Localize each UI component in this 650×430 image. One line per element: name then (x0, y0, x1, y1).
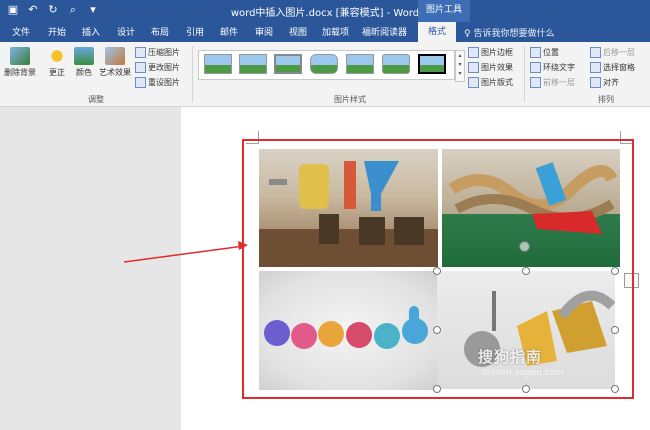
watermark-brand: 搜狗指南 (478, 348, 543, 366)
selection-pane-icon (590, 62, 601, 73)
watermark-url: zhinan.sogou.com (482, 368, 564, 378)
picture-border-button[interactable]: 图片边框 (468, 47, 513, 58)
picture-styles-gallery (198, 50, 455, 80)
position-button[interactable]: 位置 (530, 47, 559, 58)
picture-styles-group-label: 图片样式 (334, 95, 366, 104)
wrap-text-icon (530, 62, 541, 73)
position-icon (530, 47, 541, 58)
style-thumb-3[interactable] (274, 54, 302, 74)
tell-me-box[interactable]: ♀ 告诉我你想要做什么 (464, 26, 554, 39)
document-title: word中插入图片.docx [兼容模式] - Word (230, 8, 420, 19)
style-thumb-5[interactable] (346, 54, 374, 74)
bring-forward-button[interactable]: 前移一层 (530, 77, 575, 88)
picture-layout-button[interactable]: 图片版式 (468, 77, 513, 88)
picture-tools-header: 图片工具 (418, 0, 470, 22)
wrap-text-button[interactable]: 环绕文字 (530, 62, 575, 73)
chevron-down-icon[interactable]: ▾ (458, 61, 461, 68)
send-backward-icon (590, 47, 601, 58)
picture-effects-label: 图片效果 (481, 63, 513, 72)
color-label: 颜色 (76, 68, 92, 77)
arrange-group-label: 排列 (598, 95, 614, 104)
color-icon (74, 47, 94, 65)
compress-icon (135, 47, 146, 58)
ribbon: 删除背景 更正 颜色 艺术效果 压缩图片 更改图片 重设图片 调整 ▴ ▾ ▾ (0, 42, 650, 107)
change-picture-button[interactable]: 更改图片 (135, 62, 180, 73)
tab-foxit[interactable]: 福昕阅读器 (362, 25, 407, 38)
remove-background-button[interactable]: 删除背景 (3, 47, 37, 78)
more-icon[interactable]: ▾ (458, 70, 461, 77)
align-label: 对齐 (603, 78, 619, 87)
reset-picture-button[interactable]: 重设图片 (135, 77, 180, 88)
title-bar: ▣ ↶ ↻ ⌕ ▾ word中插入图片.docx [兼容模式] - Word 图… (0, 0, 650, 22)
highlight-box (242, 139, 634, 399)
picture-border-icon (468, 47, 479, 58)
left-margin-area (0, 107, 181, 430)
change-picture-label: 更改图片 (148, 63, 180, 72)
picture-border-label: 图片边框 (481, 48, 513, 57)
reset-picture-label: 重设图片 (148, 78, 180, 87)
remove-background-icon (10, 47, 30, 65)
lightbulb-icon: ♀ (464, 29, 471, 39)
tab-design[interactable]: 设计 (117, 25, 135, 38)
picture-effects-button[interactable]: 图片效果 (468, 62, 513, 73)
gallery-scroll[interactable]: ▴ ▾ ▾ (455, 50, 465, 82)
align-button[interactable]: 对齐 (590, 77, 619, 88)
artistic-effects-label: 艺术效果 (99, 68, 131, 77)
compress-label: 压缩图片 (148, 48, 180, 57)
adjust-group-label: 调整 (88, 95, 104, 104)
align-icon (590, 77, 601, 88)
tell-me-text: 告诉我你想要做什么 (473, 29, 555, 39)
send-backward-label: 后移一层 (603, 48, 635, 57)
style-thumb-4[interactable] (310, 54, 338, 74)
style-thumb-2[interactable] (239, 54, 267, 74)
selection-pane-button[interactable]: 选择窗格 (590, 62, 635, 73)
tab-layout[interactable]: 布局 (151, 25, 169, 38)
sun-icon (47, 47, 67, 65)
reset-picture-icon (135, 77, 146, 88)
style-thumb-6[interactable] (382, 54, 410, 74)
group-divider (524, 46, 525, 102)
corrections-label: 更正 (49, 68, 65, 77)
position-label: 位置 (543, 48, 559, 57)
color-button[interactable]: 颜色 (72, 47, 96, 78)
artistic-effects-button[interactable]: 艺术效果 (98, 47, 132, 78)
artistic-effects-icon (105, 47, 125, 65)
change-picture-icon (135, 62, 146, 73)
picture-effects-icon (468, 62, 479, 73)
corrections-button[interactable]: 更正 (44, 47, 70, 78)
tab-addins[interactable]: 加载项 (322, 25, 349, 38)
tab-references[interactable]: 引用 (186, 25, 204, 38)
tab-home[interactable]: 开始 (48, 25, 66, 38)
send-backward-button[interactable]: 后移一层 (590, 47, 635, 58)
tab-view[interactable]: 视图 (289, 25, 307, 38)
style-thumb-7[interactable] (418, 54, 446, 74)
picture-layout-icon (468, 77, 479, 88)
tab-mailings[interactable]: 邮件 (220, 25, 238, 38)
style-thumb-1[interactable] (204, 54, 232, 74)
remove-background-label: 删除背景 (4, 68, 36, 77)
tab-format[interactable]: 格式 (418, 22, 457, 42)
group-divider (192, 46, 193, 102)
chevron-up-icon[interactable]: ▴ (458, 52, 461, 59)
ribbon-tabs: 文件 开始 插入 设计 布局 引用 邮件 审阅 视图 加载项 福昕阅读器 格式 … (0, 22, 650, 42)
picture-layout-label: 图片版式 (481, 78, 513, 87)
tab-file[interactable]: 文件 (12, 25, 30, 38)
tab-review[interactable]: 审阅 (255, 25, 273, 38)
wrap-text-label: 环绕文字 (543, 63, 575, 72)
tab-insert[interactable]: 插入 (82, 25, 100, 38)
bring-forward-label: 前移一层 (543, 78, 575, 87)
selection-pane-label: 选择窗格 (603, 63, 635, 72)
bring-forward-icon (530, 77, 541, 88)
compress-pictures-button[interactable]: 压缩图片 (135, 47, 180, 58)
